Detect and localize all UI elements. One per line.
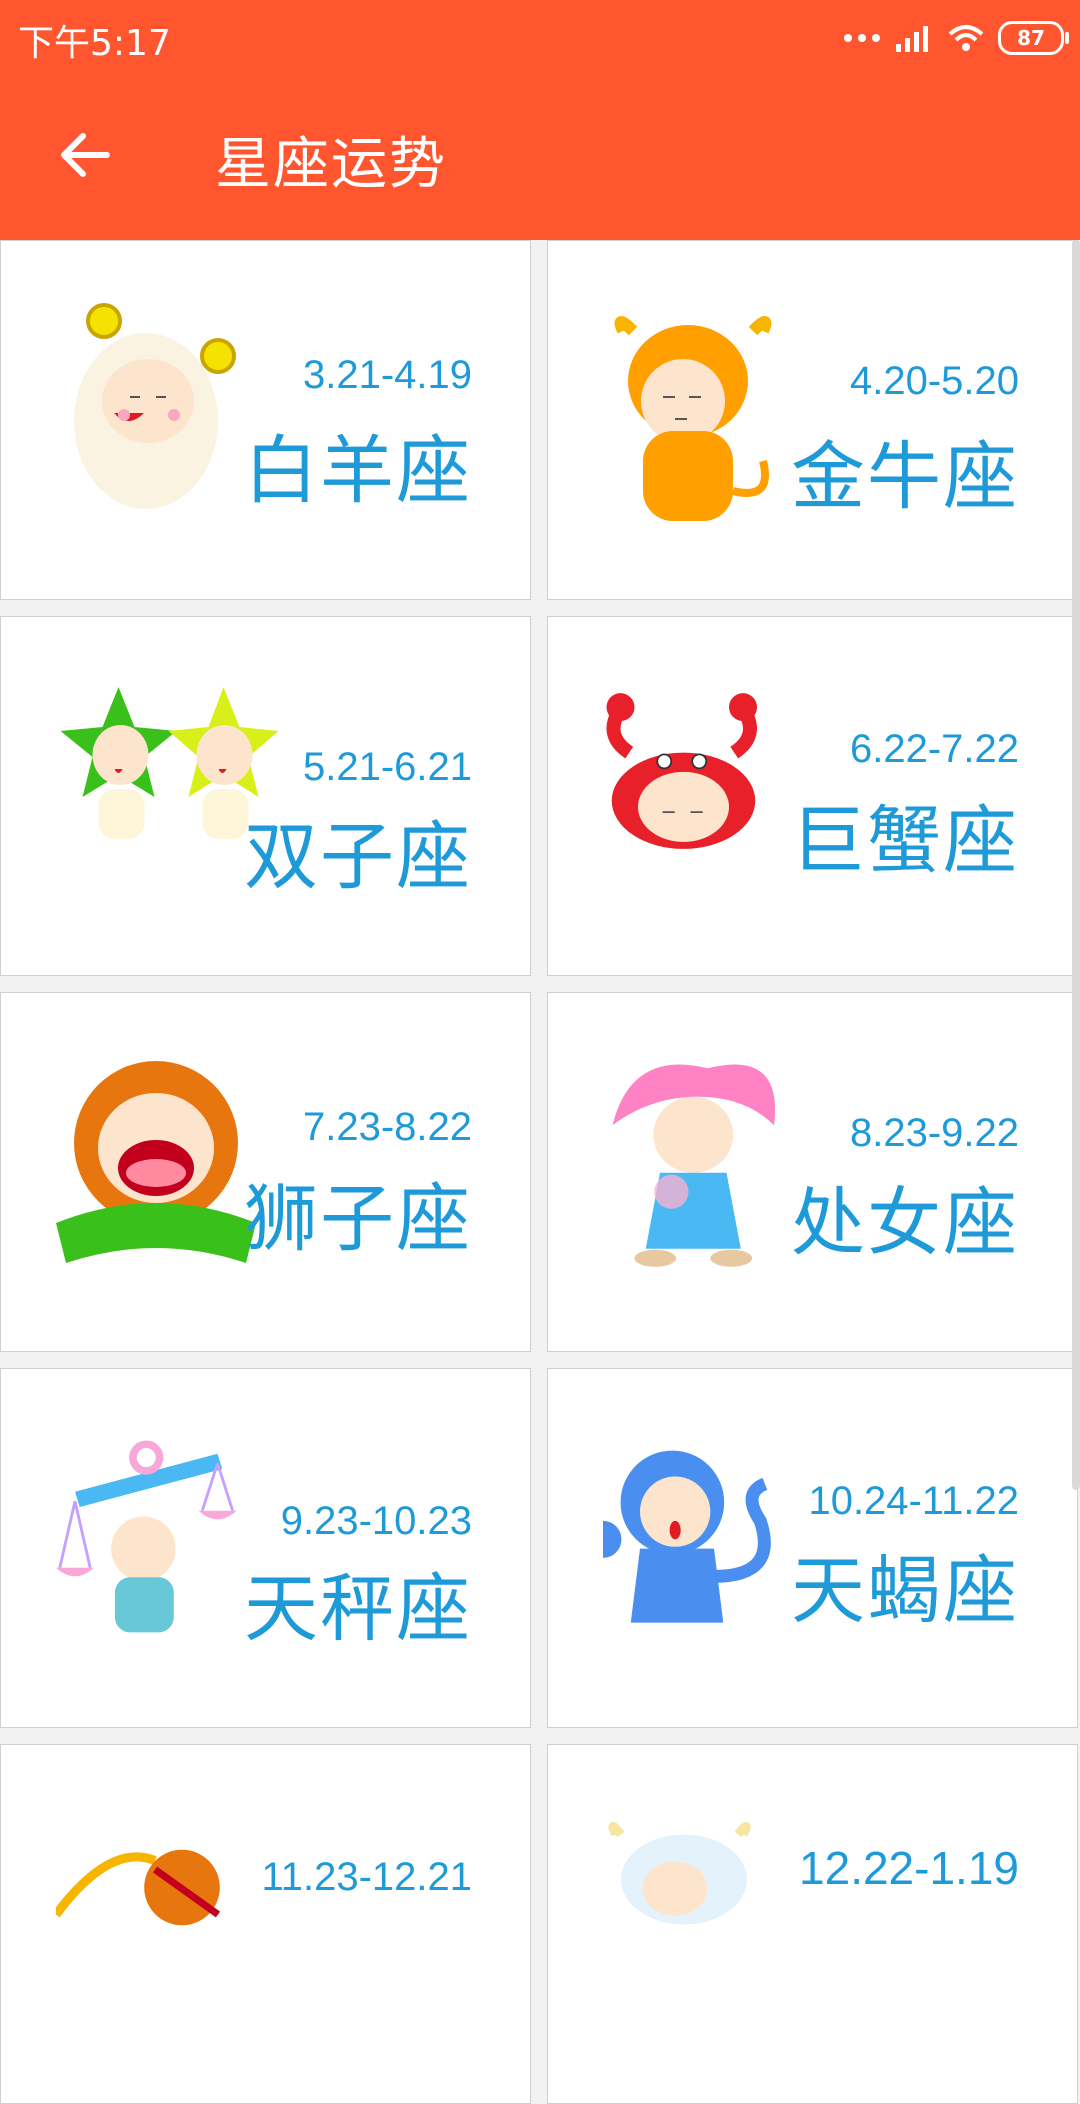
wifi-icon [948,25,984,51]
zodiac-name: 处女座 [791,1180,1019,1266]
battery-icon: 87 [998,21,1069,55]
page-title: 星座运势 [215,132,447,197]
status-icons: 87 [844,18,1069,58]
zodiac-date: 5.21-6.21 [302,745,472,789]
zodiac-date: 3.21-4.19 [302,353,472,397]
zodiac-name: 巨蟹座 [791,798,1019,884]
virgo-illustration [612,1064,776,1267]
zodiac-card-gemini[interactable]: 5.21-6.21 双子座 [0,616,531,976]
status-bar: 下午5:17 87 [0,0,1080,75]
app-bar: 星座运势 [0,75,1080,240]
leo-illustration [56,1061,256,1263]
zodiac-date: 12.22-1.19 [799,1842,1019,1894]
zodiac-name: 双子座 [244,814,472,900]
back-arrow-icon [61,133,110,177]
zodiac-date: 10.24-11.22 [808,1479,1019,1523]
cancer-illustration [606,693,757,849]
zodiac-card-sagittarius[interactable]: 11.23-12.21 [0,1744,531,2104]
zodiac-date: 6.22-7.22 [849,727,1019,771]
zodiac-date: 9.23-10.23 [280,1499,472,1543]
libra-illustration [56,1440,237,1633]
zodiac-name: 天蝎座 [791,1548,1019,1634]
aries-illustration [74,303,236,509]
capricorn-illustration [608,1821,751,1925]
zodiac-grid: 3.21-4.19 白羊座 4.20-5.20 金牛座 5.21-6.21 双子… [0,240,1080,2104]
zodiac-name: 天秤座 [244,1566,472,1652]
zodiac-card-cancer[interactable]: 6.22-7.22 巨蟹座 [547,616,1078,976]
zodiac-date: 11.23-12.21 [261,1855,472,1899]
zodiac-name: 白羊座 [244,428,472,514]
zodiac-card-taurus[interactable]: 4.20-5.20 金牛座 [547,240,1078,600]
taurus-illustration [614,316,772,521]
battery-level: 87 [1017,26,1045,50]
zodiac-card-aries[interactable]: 3.21-4.19 白羊座 [0,240,531,600]
signal-icon [896,26,928,52]
zodiac-card-libra[interactable]: 9.23-10.23 天秤座 [0,1368,531,1728]
zodiac-date: 8.23-9.22 [849,1111,1019,1155]
zodiac-card-leo[interactable]: 7.23-8.22 狮子座 [0,992,531,1352]
zodiac-card-capricorn[interactable]: 12.22-1.19 [547,1744,1078,2104]
zodiac-card-virgo[interactable]: 8.23-9.22 处女座 [547,992,1078,1352]
sagittarius-illustration [56,1849,221,1926]
zodiac-name: 狮子座 [244,1176,472,1262]
back-button[interactable] [40,115,130,195]
scorpio-illustration [603,1450,771,1623]
zodiac-card-scorpio[interactable]: 10.24-11.22 天蝎座 [547,1368,1078,1728]
zodiac-name: 金牛座 [791,434,1019,520]
zodiac-date: 7.23-8.22 [302,1105,472,1149]
scrollbar[interactable] [1072,240,1080,1490]
more-dots-icon [844,34,880,42]
status-time: 下午5:17 [18,23,171,64]
zodiac-date: 4.20-5.20 [849,359,1019,403]
